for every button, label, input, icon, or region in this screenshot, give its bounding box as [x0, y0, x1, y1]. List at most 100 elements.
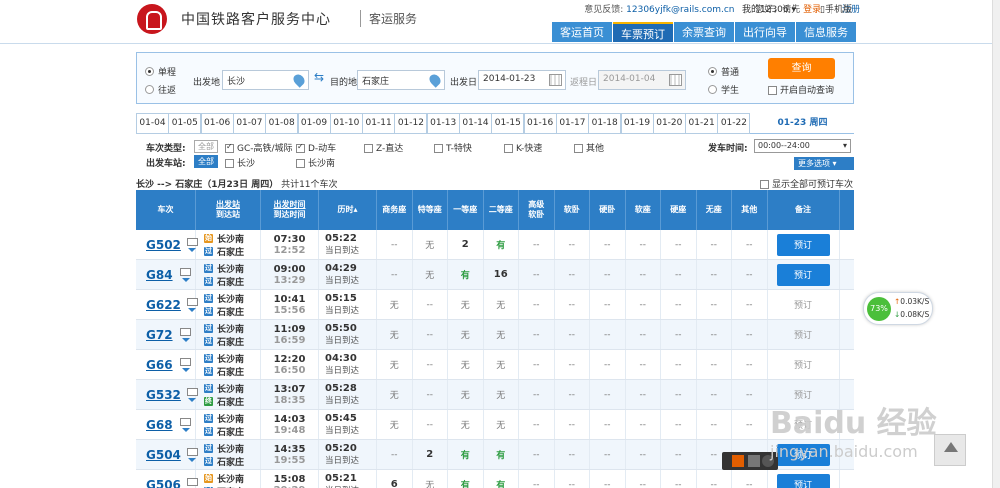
arrive-time: 20:29 — [274, 485, 306, 488]
date-tab[interactable]: 01-12 — [394, 113, 428, 134]
date-tab[interactable]: 01-20 — [652, 113, 686, 134]
return-date-input[interactable]: 2014-01-04 — [598, 70, 686, 90]
type-other-checkbox[interactable]: 其他 — [574, 141, 604, 154]
date-tab[interactable]: 01-07 — [232, 113, 266, 134]
train-detail-toggle[interactable] — [179, 267, 193, 282]
date-tab[interactable]: 01-11 — [362, 113, 396, 134]
radio-round-trip[interactable]: 往返 — [145, 83, 176, 96]
feedback-email-link[interactable]: 12306yjfk@rails.com.cn — [626, 5, 734, 15]
train-number-link[interactable]: G622 — [146, 298, 181, 312]
auto-query-checkbox[interactable]: 开启自动查询 — [768, 83, 834, 96]
date-tab[interactable]: 01-17 — [555, 113, 589, 134]
station-changsha-checkbox[interactable]: 长沙 — [225, 156, 255, 169]
station-badge-icon: 始 — [204, 473, 213, 483]
seat-availability: 无 — [460, 361, 470, 371]
type-k-checkbox[interactable]: K-快速 — [504, 141, 542, 154]
more-options-button[interactable]: 更多选项 ▾ — [794, 157, 854, 170]
query-button[interactable]: 查询 — [768, 58, 835, 79]
seat-cell: 无 — [413, 230, 448, 259]
train-number-link[interactable]: G504 — [146, 448, 181, 462]
train-cell: G504 — [136, 440, 198, 469]
seat-availability: -- — [675, 239, 682, 250]
train-number-link[interactable]: G68 — [146, 418, 173, 432]
book-button[interactable]: 预订 — [776, 263, 830, 286]
col-duration[interactable]: 历时 ▴ — [319, 190, 377, 230]
seat-availability: -- — [675, 359, 682, 370]
radio-one-way[interactable]: 单程 — [145, 65, 176, 78]
swap-stations-icon[interactable]: ⇆ — [314, 71, 328, 83]
book-button[interactable]: 预订 — [776, 473, 830, 488]
times-cell: 13:07 18:35 — [261, 380, 319, 409]
seat-cell: 无 — [377, 350, 413, 379]
calendar-icon[interactable] — [549, 74, 562, 86]
date-tab[interactable]: 01-18 — [588, 113, 622, 134]
radio-student[interactable]: 学生 — [708, 83, 739, 96]
train-number-link[interactable]: G502 — [146, 238, 181, 252]
seat-cell: -- — [626, 260, 661, 289]
calendar-icon[interactable] — [669, 74, 682, 86]
show-all-checkbox[interactable]: 显示全部可预订车次 — [760, 177, 853, 190]
date-tab[interactable]: 01-16 — [523, 113, 557, 134]
table-row: G72 过长沙南过石家庄 11:09 16:59 05:50 当日到达无 -- 无无 -- -- -… — [136, 320, 854, 350]
date-tab[interactable]: 01-19 — [620, 113, 654, 134]
type-d-checkbox[interactable]: D-动车 — [296, 141, 336, 154]
date-tab[interactable]: 01-05 — [168, 113, 202, 134]
station-badge-icon: 过 — [204, 293, 213, 303]
date-tab[interactable]: 01-10 — [329, 113, 363, 134]
type-gc-checkbox[interactable]: GC-高铁/城际 — [225, 141, 293, 154]
col-times[interactable]: 出发时间 到达时间 — [261, 190, 319, 230]
depart-time-label: 发车时间: — [708, 144, 748, 154]
login-link[interactable]: 登录 — [803, 5, 821, 15]
date-tab[interactable]: 01-09 — [297, 113, 331, 134]
nav-travel-guide[interactable]: 出行向导 — [735, 22, 795, 42]
train-number-link[interactable]: G72 — [146, 328, 173, 342]
from-input[interactable]: 长沙 — [222, 70, 309, 90]
nav-home[interactable]: 客运首页 — [552, 22, 612, 42]
network-speed-widget[interactable]: 73% ↑0.03K/S ↓0.08K/S — [863, 292, 933, 325]
checkbox — [574, 144, 583, 153]
seat-cell: -- — [555, 380, 590, 409]
mobile-link[interactable]: ▯手机版 — [820, 2, 852, 15]
date-tab[interactable]: 01-04 — [136, 113, 169, 134]
depart-time-select[interactable]: 00:00--24:00 ▾ — [754, 139, 851, 153]
radio-adult[interactable]: 普通 — [708, 65, 739, 78]
seat-availability: 无 — [496, 361, 506, 371]
date-tab[interactable]: 01-22 — [717, 113, 751, 134]
date-tab[interactable]: 01-14 — [459, 113, 492, 134]
depart-label: 出发日 — [450, 78, 478, 88]
train-detail-toggle[interactable] — [179, 357, 193, 372]
type-all-tag[interactable]: 全部 — [194, 140, 218, 153]
date-tab[interactable]: 01-06 — [200, 113, 234, 134]
book-button[interactable]: 预订 — [776, 233, 830, 256]
back-to-top-icon[interactable] — [934, 434, 966, 466]
train-number-link[interactable]: G84 — [146, 268, 173, 282]
station-all-tag[interactable]: 全部 — [194, 155, 218, 168]
seat-cell: -- — [697, 350, 732, 379]
type-t-checkbox[interactable]: T-特快 — [434, 141, 472, 154]
scrollbar[interactable] — [992, 0, 1000, 488]
nav-remaining-tickets[interactable]: 余票查询 — [674, 22, 734, 42]
type-d-label: D-动车 — [308, 144, 337, 154]
date-tab[interactable]: 01-13 — [426, 113, 460, 134]
station-changshanan-checkbox[interactable]: 长沙南 — [296, 156, 335, 169]
my-account-menu[interactable]: 我的12306 ▾ — [742, 2, 796, 15]
train-number-link[interactable]: G66 — [146, 358, 173, 372]
depart-date-input[interactable]: 2014-01-23 — [478, 70, 566, 90]
nav-booking[interactable]: 车票预订 — [613, 22, 673, 42]
train-detail-toggle[interactable] — [179, 417, 193, 432]
train-number-link[interactable]: G532 — [146, 388, 181, 402]
seat-cell: 无 — [484, 410, 519, 439]
train-detail-toggle[interactable] — [179, 327, 193, 342]
type-z-checkbox[interactable]: Z-直达 — [364, 141, 403, 154]
seat-cell: -- — [555, 230, 590, 259]
to-station: 石家庄 — [217, 427, 245, 438]
book-disabled: 预订 — [793, 301, 812, 311]
nav-info-service[interactable]: 信息服务 — [796, 22, 856, 42]
railway-logo-icon[interactable] — [137, 4, 167, 34]
date-tab[interactable]: 01-08 — [265, 113, 299, 134]
date-tab[interactable]: 01-15 — [491, 113, 525, 134]
train-number-link[interactable]: G506 — [146, 478, 181, 488]
seat-cell: -- — [661, 260, 697, 289]
date-tab[interactable]: 01-21 — [685, 113, 719, 134]
to-input[interactable]: 石家庄 — [357, 70, 445, 90]
